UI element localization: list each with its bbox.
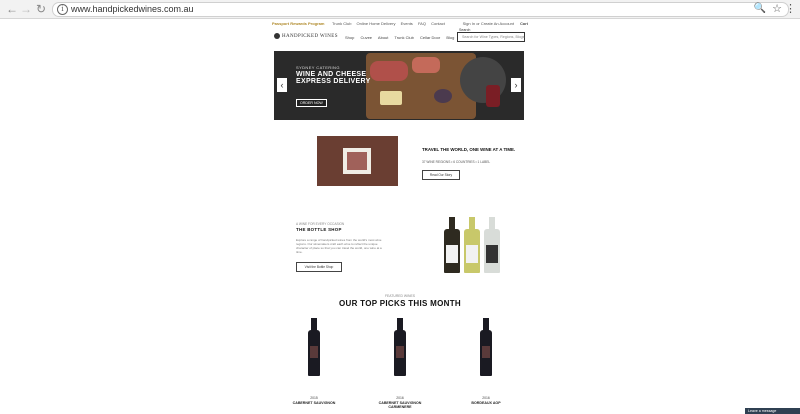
- hero-image-detail: [380, 91, 402, 105]
- bookmark-star-icon[interactable]: ☆: [772, 2, 782, 15]
- cart-link[interactable]: Cart: [520, 21, 528, 26]
- picks-title: OUR TOP PICKS THIS MONTH: [338, 299, 462, 308]
- site-logo[interactable]: HANDPICKED WINES: [274, 33, 338, 39]
- link-contact[interactable]: Contact: [431, 21, 445, 26]
- logo-text: HANDPICKED WINES: [282, 34, 338, 40]
- bottle-shop-title: THE BOTTLE SHOP: [296, 227, 342, 232]
- search-placeholder: Search for Wine Types, Regions, Blogs: [462, 35, 525, 39]
- bottle-shop-image: [444, 209, 502, 273]
- bottle-shop-kicker: A WINE FOR EVERY OCCASION: [296, 222, 345, 226]
- bottle-shop-description: Explore a range of handpicked wines from…: [296, 238, 382, 254]
- bottle-white: [464, 217, 480, 273]
- order-now-button[interactable]: ORDER NOW: [296, 99, 327, 107]
- link-home-delivery[interactable]: Online Home Delivery: [357, 21, 396, 26]
- picks-kicker: FEATURED WINES: [384, 294, 416, 298]
- product-year: 2016: [396, 396, 404, 400]
- product-name[interactable]: CABERNET SAUVIGNON: [284, 401, 344, 405]
- product-year: 2015: [310, 396, 318, 400]
- hero-carousel[interactable]: SYDNEY CATERING WINE AND CHEESE EXPRESS …: [274, 51, 524, 120]
- nav-cellar-door[interactable]: Cellar Door: [420, 35, 440, 40]
- hero-image-detail: [434, 89, 452, 103]
- account-link[interactable]: Sign In or Create An Account: [463, 21, 514, 26]
- bottle-red: [444, 217, 460, 273]
- carousel-next-icon[interactable]: ›: [511, 78, 521, 92]
- address-bar[interactable]: i www.handpickedwines.com.au 🔍 ☆: [52, 2, 789, 17]
- product-name[interactable]: CABERNET SAUVIGNON CARMENERE: [370, 401, 430, 410]
- hero-title: WINE AND CHEESE EXPRESS DELIVERY: [296, 71, 371, 85]
- reload-icon[interactable]: ↻: [36, 2, 46, 16]
- site-header: HANDPICKED WINES Shop Cuvee About Trunk …: [272, 28, 528, 44]
- logo-icon: [274, 33, 280, 39]
- passport-link[interactable]: Passport Rewards Program: [272, 21, 324, 26]
- link-trunk-club[interactable]: Trunk Club: [332, 21, 351, 26]
- utility-bar: Passport Rewards Program Trunk Club Onli…: [272, 19, 528, 27]
- url-text: www.handpickedwines.com.au: [71, 4, 194, 14]
- read-story-button[interactable]: Read Our Story: [422, 170, 460, 180]
- main-nav: Shop Cuvee About Trunk Club Cellar Door …: [345, 35, 459, 40]
- link-events[interactable]: Events: [401, 21, 413, 26]
- link-faq[interactable]: FAQ: [418, 21, 426, 26]
- chat-widget[interactable]: Leave a message: [745, 408, 800, 414]
- travel-title: TRAVEL THE WORLD, ONE WINE AT A TIME.: [422, 147, 516, 152]
- nav-blog[interactable]: Blog: [446, 35, 454, 40]
- zoom-icon[interactable]: 🔍: [754, 3, 766, 14]
- nav-about[interactable]: About: [378, 35, 388, 40]
- nav-shop[interactable]: Shop: [345, 35, 354, 40]
- back-icon[interactable]: ←: [6, 2, 18, 16]
- product-image[interactable]: [308, 318, 320, 376]
- utility-links: Trunk Club Online Home Delivery Events F…: [332, 21, 449, 26]
- product-name[interactable]: BORDEAUX AOP: [456, 401, 516, 405]
- hero-kicker: SYDNEY CATERING: [296, 65, 340, 70]
- product-image[interactable]: [480, 318, 492, 376]
- travel-subtitle: 37 WINE REGIONS • 6 COUNTRIES • 1 LABEL: [422, 160, 491, 164]
- nav-trunk-club[interactable]: Trunk Club: [394, 35, 413, 40]
- forward-icon[interactable]: →: [20, 2, 32, 16]
- visit-bottle-shop-button[interactable]: Visit the Bottle Shop: [296, 262, 342, 272]
- hero-image-detail: [486, 85, 500, 107]
- nav-cuvee[interactable]: Cuvee: [360, 35, 372, 40]
- bottle-clear: [484, 217, 500, 273]
- search-input[interactable]: Search Search for Wine Types, Regions, B…: [457, 28, 525, 42]
- info-icon[interactable]: i: [57, 4, 68, 15]
- carousel-dots[interactable]: [376, 111, 394, 120]
- search-label: Search: [459, 28, 471, 32]
- product-year: 2016: [482, 396, 490, 400]
- hero-image-detail: [412, 57, 440, 73]
- carousel-prev-icon[interactable]: ‹: [277, 78, 287, 92]
- browser-toolbar: ← → ↻ i www.handpickedwines.com.au 🔍 ☆ ⋮: [0, 0, 800, 19]
- menu-icon[interactable]: ⋮: [785, 2, 796, 15]
- travel-image: [317, 136, 398, 186]
- product-image[interactable]: [394, 318, 406, 376]
- box-image-detail: [347, 152, 367, 170]
